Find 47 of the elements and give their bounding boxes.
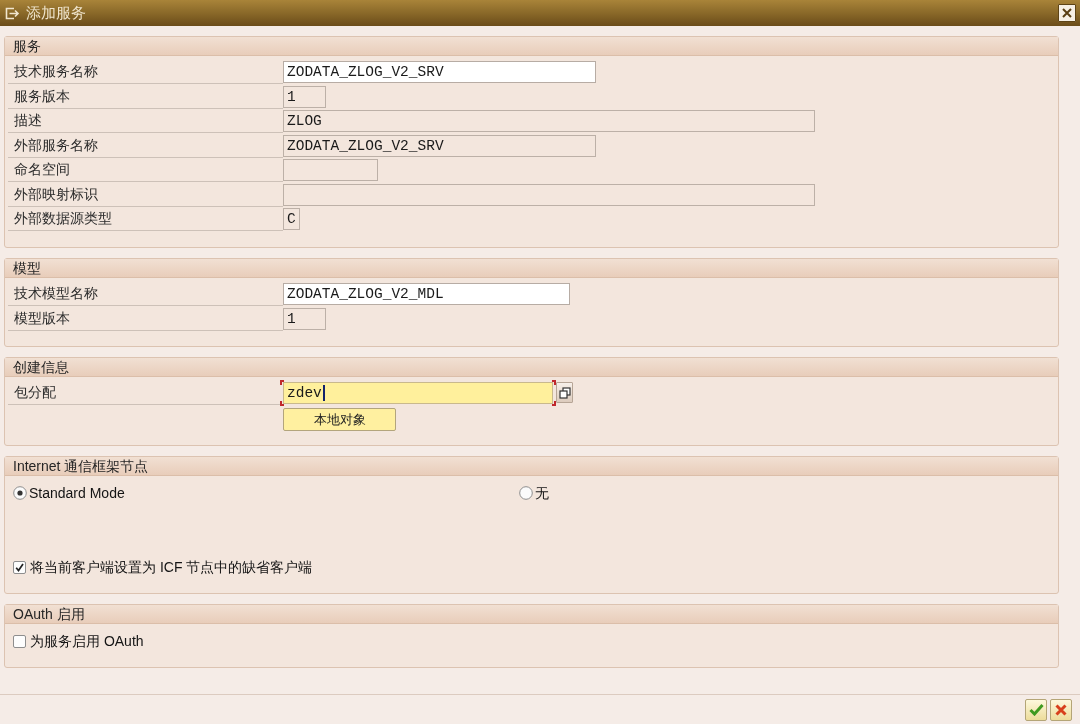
cancel-icon xyxy=(1055,703,1067,716)
overlapping-squares-icon xyxy=(558,386,571,399)
box-arrow-icon xyxy=(5,6,20,20)
input-field[interactable] xyxy=(283,183,815,206)
input-field[interactable]: zdev xyxy=(283,382,553,404)
section-title: 模型 xyxy=(5,259,1058,278)
radio-label: Standard Mode xyxy=(29,485,125,501)
input-field[interactable]: C xyxy=(283,208,300,230)
field-label: 服务版本 xyxy=(8,85,283,109)
focus-corner-icon xyxy=(280,380,284,385)
cancel-button[interactable] xyxy=(1050,698,1072,721)
field-label: 技术服务名称 xyxy=(8,61,283,84)
input-field[interactable] xyxy=(283,159,378,181)
section-title: 创建信息 xyxy=(5,358,1058,377)
focus-corner-icon xyxy=(280,401,284,406)
window-title: 添加服务 xyxy=(26,4,86,23)
field-label: 命名空间 xyxy=(8,159,283,182)
input-field[interactable]: 1 xyxy=(283,307,326,330)
input-field[interactable]: ZODATA_ZLOG_V2_MDL xyxy=(283,283,570,305)
checkbox[interactable] xyxy=(13,560,26,574)
value-help-button[interactable] xyxy=(556,382,573,403)
radio-button[interactable] xyxy=(519,486,533,500)
input-field[interactable]: ZLOG xyxy=(283,110,815,132)
checkbox-label: 为服务启用 OAuth xyxy=(30,633,144,649)
field-label: 外部数据源类型 xyxy=(8,208,283,231)
radio-label: 无 xyxy=(535,485,549,501)
text-cursor-icon xyxy=(322,385,325,401)
section-title: 服务 xyxy=(5,37,1058,56)
field-label: 外部映射标识 xyxy=(8,183,283,207)
section-title: Internet 通信框架节点 xyxy=(5,457,1058,476)
close-icon xyxy=(1062,8,1072,18)
radio-button[interactable] xyxy=(13,486,27,500)
section-title: OAuth 启用 xyxy=(5,605,1058,624)
field-label: 外部服务名称 xyxy=(8,134,283,158)
input-field[interactable]: ZODATA_ZLOG_V2_SRV xyxy=(283,134,596,157)
field-label: 描述 xyxy=(8,110,283,133)
checkbox-label: 将当前客户端设置为 ICF 节点中的缺省客户端 xyxy=(30,559,313,575)
checkbox[interactable] xyxy=(13,634,26,648)
input-field[interactable]: ZODATA_ZLOG_V2_SRV xyxy=(283,61,596,83)
suggestion-item[interactable]: 本地对象 xyxy=(283,407,396,431)
confirm-button[interactable] xyxy=(1025,698,1047,721)
close-button[interactable] xyxy=(1058,4,1076,22)
field-label: 包分配 xyxy=(8,382,283,405)
input-field[interactable]: 1 xyxy=(283,85,326,108)
field-label: 技术模型名称 xyxy=(8,283,283,306)
checkmark-icon xyxy=(1028,703,1044,716)
field-label: 模型版本 xyxy=(8,307,283,331)
